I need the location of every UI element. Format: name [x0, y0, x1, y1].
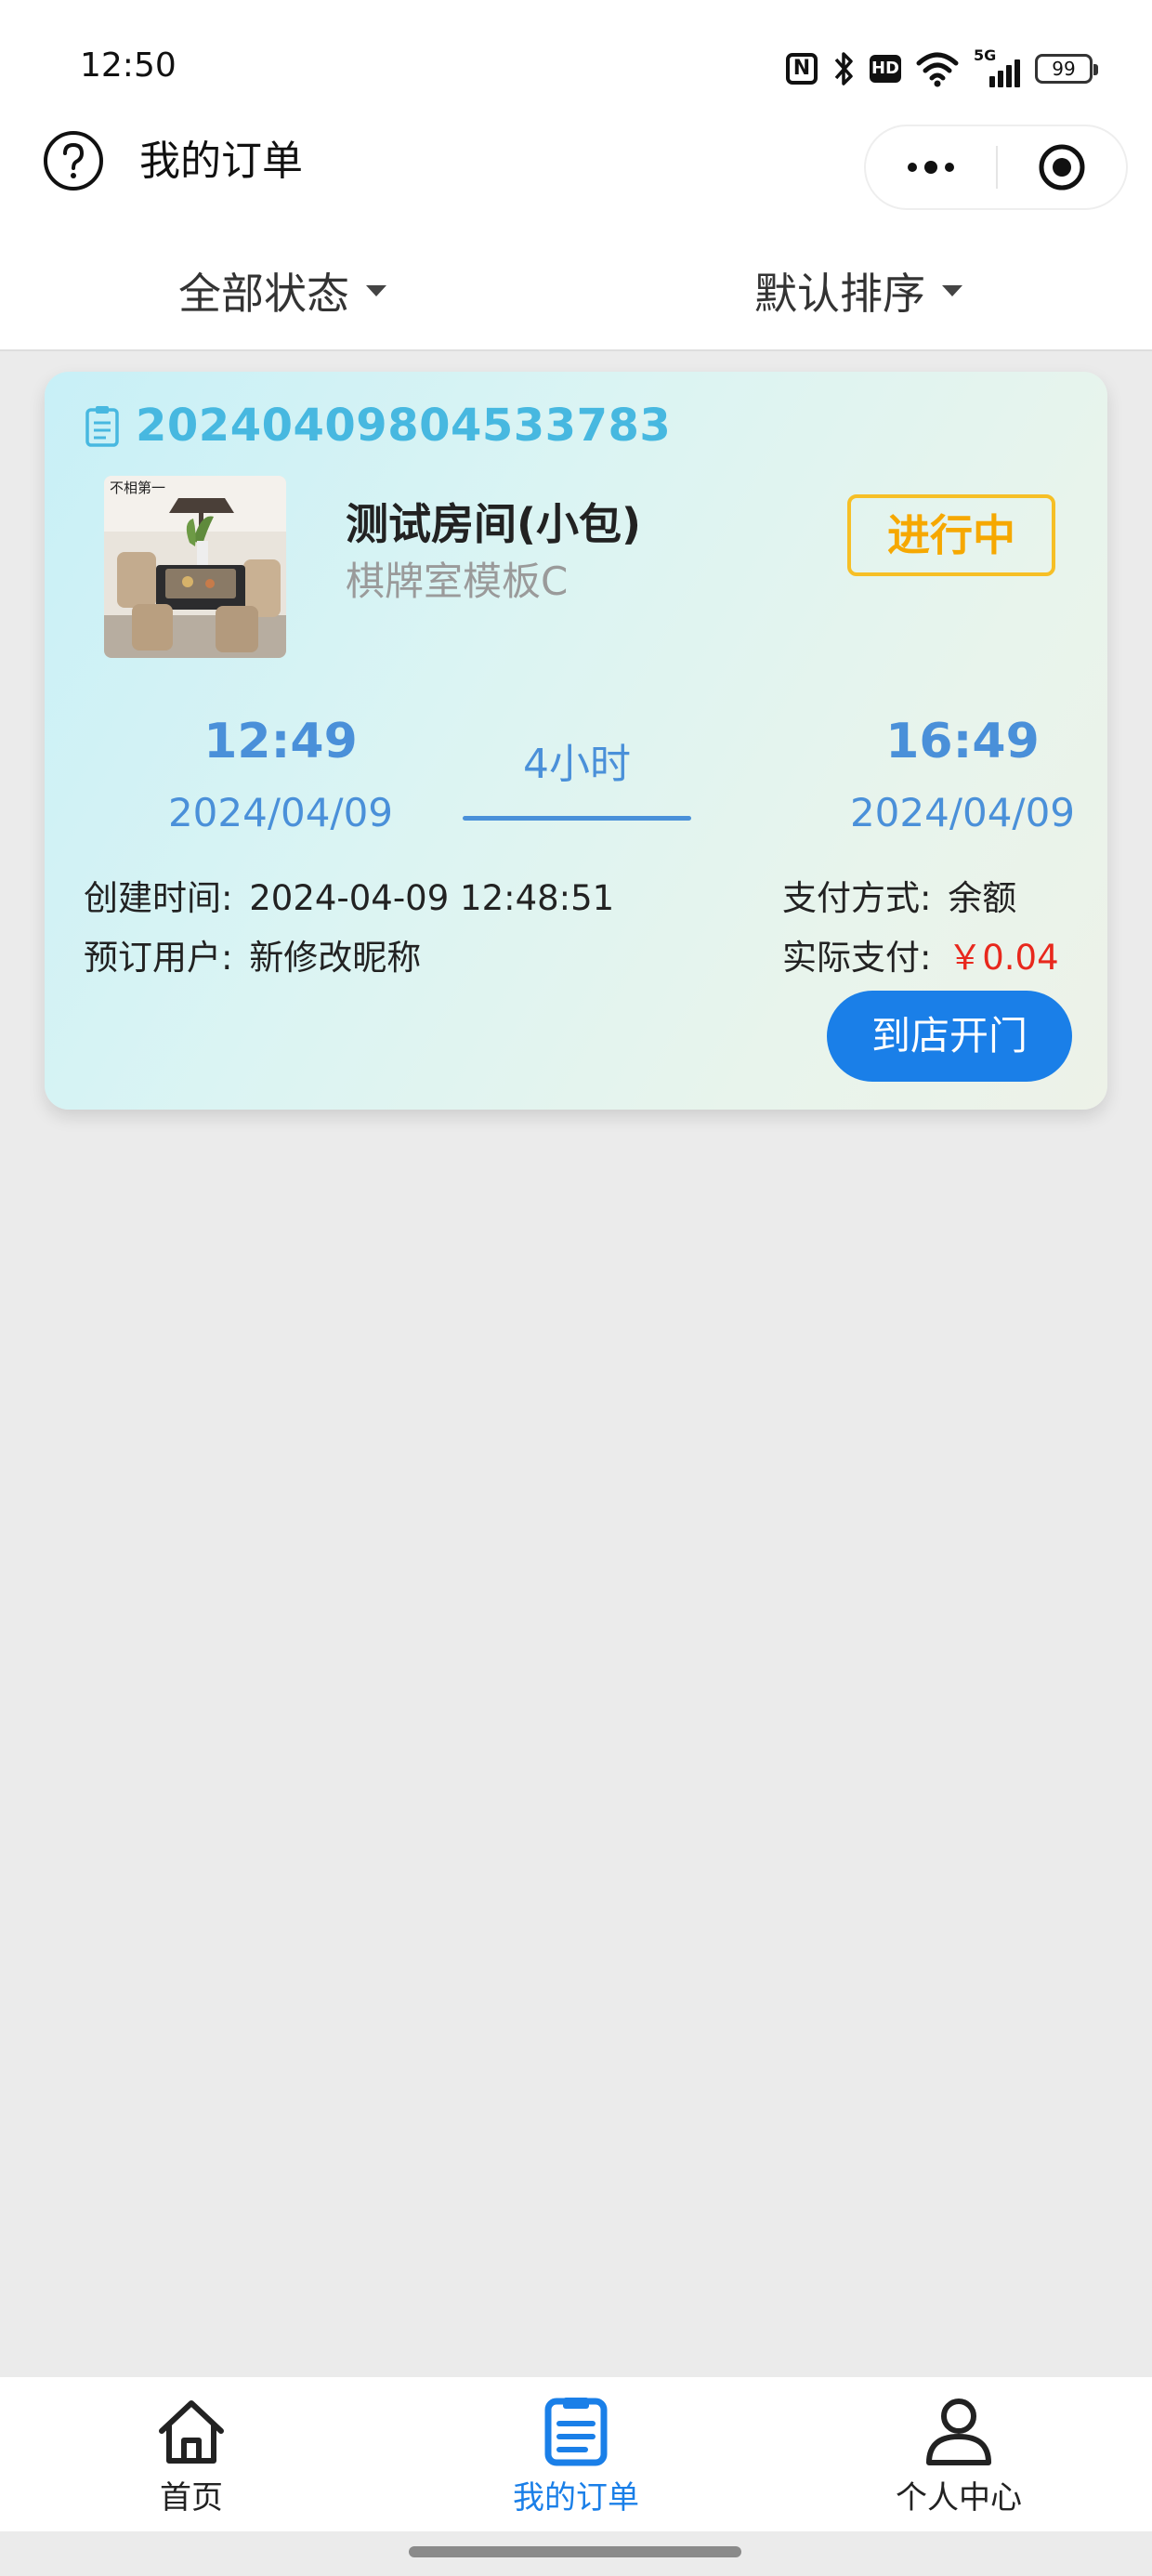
sort-label: 默认排序	[754, 269, 925, 319]
tab-profile-label: 个人中心	[896, 2479, 1022, 2517]
status-time: 12:50	[80, 46, 177, 85]
start-date: 2024/04/09	[167, 790, 394, 835]
home-indicator[interactable]	[409, 2546, 741, 2557]
duration-label: 4小时	[523, 741, 631, 788]
room-name: 测试房间(小包)	[346, 499, 642, 549]
tab-my-orders-label: 我的订单	[513, 2479, 639, 2517]
open-door-button[interactable]: 到店开门	[827, 991, 1072, 1082]
home-icon	[159, 2400, 224, 2464]
status-icons: N HD 5G 99	[786, 46, 1098, 91]
help-icon[interactable]	[43, 130, 104, 191]
start-time-block: 12:49 2024/04/09	[141, 714, 420, 835]
tab-home[interactable]: 首页	[89, 2396, 294, 2517]
booking-user-value: 新修改昵称	[249, 938, 422, 978]
tab-profile[interactable]: 个人中心	[857, 2396, 1061, 2517]
order-card[interactable]: 20240409804533783 不相第一 测试房间(小包) 棋牌室模板C 进…	[45, 372, 1107, 1110]
caret-down-icon	[366, 285, 386, 296]
bottom-tab-bar: 首页 我的订单 个人中心	[0, 2377, 1152, 2531]
created-time-value: 2024-04-09 12:48:51	[249, 878, 615, 918]
app-header: 我的订单	[0, 125, 1152, 232]
payment-method-row: 支付方式: 余额	[782, 870, 1016, 920]
actual-payment-value: ￥0.04	[948, 938, 1059, 978]
status-badge: 进行中	[847, 494, 1055, 576]
caret-down-icon	[942, 285, 962, 296]
end-date: 2024/04/09	[849, 790, 1076, 835]
status-bar: 12:50 N HD 5G 99	[0, 0, 1152, 130]
target-icon	[1039, 144, 1085, 191]
battery-icon: 99	[1035, 54, 1098, 84]
created-time-label: 创建时间:	[84, 878, 233, 918]
booking-user-label: 预订用户:	[84, 938, 233, 978]
created-time-row: 创建时间: 2024-04-09 12:48:51	[84, 870, 614, 920]
end-time: 16:49	[885, 714, 1040, 769]
status-filter-label: 全部状态	[178, 269, 349, 319]
room-template: 棋牌室模板C	[346, 559, 569, 604]
status-filter-dropdown[interactable]: 全部状态	[178, 260, 386, 322]
order-number: 20240409804533783	[136, 400, 672, 452]
booking-user-row: 预订用户: 新修改昵称	[84, 929, 421, 979]
signal-icon: 5G	[974, 46, 1020, 87]
clipboard-icon	[85, 406, 119, 447]
orders-icon	[544, 2398, 608, 2466]
mini-program-capsule	[864, 125, 1128, 210]
start-time: 12:49	[203, 714, 358, 769]
sort-dropdown[interactable]: 默认排序	[754, 260, 962, 322]
close-mini-program-button[interactable]	[998, 126, 1126, 208]
tab-my-orders[interactable]: 我的订单	[474, 2396, 678, 2517]
user-icon	[926, 2399, 991, 2465]
bluetooth-icon	[832, 50, 855, 87]
hd-icon: HD	[870, 55, 901, 83]
nfc-icon: N	[786, 53, 818, 85]
filter-bar: 全部状态 默认排序	[0, 232, 1152, 351]
tab-home-label: 首页	[160, 2479, 223, 2517]
actual-payment-row: 实际支付: ￥0.04	[782, 929, 1059, 979]
thumb-sign-text: 不相第一	[110, 480, 165, 496]
payment-method-value: 余额	[948, 878, 1017, 918]
page-title: 我的订单	[139, 138, 303, 185]
duration-line	[463, 816, 691, 821]
end-time-block: 16:49 2024/04/09	[823, 714, 1102, 835]
more-button[interactable]	[866, 126, 996, 208]
order-number-row: 20240409804533783	[84, 400, 671, 452]
room-thumbnail: 不相第一	[104, 476, 286, 658]
actual-payment-label: 实际支付:	[782, 938, 932, 978]
payment-method-label: 支付方式:	[782, 878, 932, 918]
wifi-icon	[916, 50, 959, 87]
